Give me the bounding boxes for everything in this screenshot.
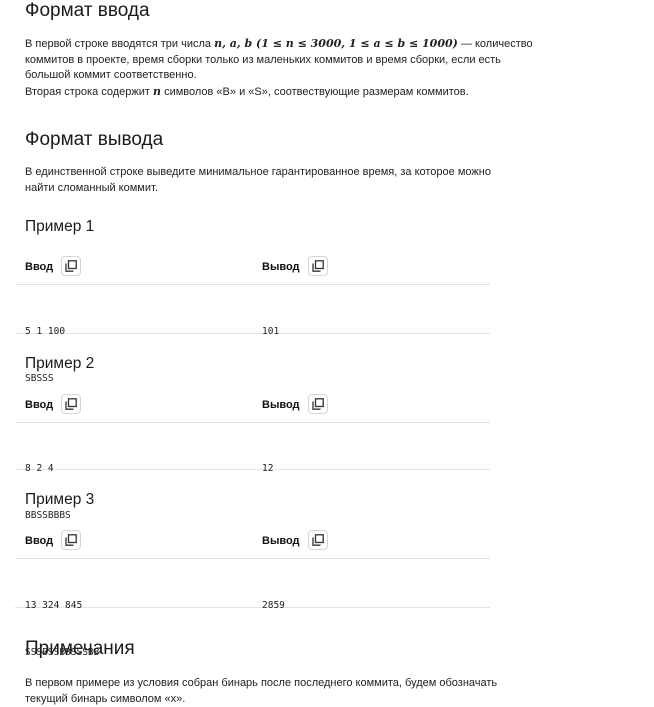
example-3-body: 13 324 845 SSSBSSBBSSSBB 2859 [15, 559, 490, 658]
example-2-header: Ввод Вывод [15, 394, 490, 422]
example-3-output-label: Вывод [262, 535, 300, 547]
example-1-output-line-1: 101 [262, 326, 280, 337]
example-1-input-line-2: SBSSS [25, 372, 54, 384]
example-2-copy-input-button[interactable] [61, 394, 81, 414]
example-2-input-label: Ввод [25, 399, 54, 411]
input-format-vars: n, a, b [214, 37, 253, 50]
example-1-input-label: Ввод [25, 261, 54, 273]
output-format-title: Формат вывода [25, 129, 164, 150]
example-2-output-label: Вывод [262, 399, 300, 411]
example-1-table: Ввод Вывод 5 1 100 SBSSS 101 [15, 256, 490, 384]
output-format-description: В единственной строке выведите минимальн… [25, 165, 505, 196]
copy-icon [65, 534, 77, 546]
input-format-line-4-suffix: символов «B» и «S», соотвествующие разме… [161, 85, 469, 98]
input-format-line-1: В первой строке вводятся три числа n, a,… [25, 36, 533, 53]
input-format-title: Формат ввода [25, 0, 150, 21]
copy-icon [312, 534, 324, 546]
output-format-line-1: В единственной строке выведите минимальн… [25, 166, 491, 178]
example-2-body: 8 2 4 BBSSBBBS 12 [15, 423, 490, 521]
example-1-copy-input-button[interactable] [61, 256, 81, 276]
example-3-table: Ввод Вывод 13 324 845 SSSBSSBBSSSBB 2859 [15, 530, 490, 658]
input-format-line-1-suffix: — количество [457, 38, 533, 50]
example-1-bottom-divider [15, 333, 490, 334]
input-format-description: В первой строке вводятся три числа n, a,… [25, 36, 533, 101]
example-2-output-line-1: 12 [262, 463, 274, 474]
copy-icon [65, 260, 77, 272]
example-2-table: Ввод Вывод 8 2 4 BBSSBBBS 12 [15, 394, 490, 521]
input-format-line-2: коммитов в проекте, время сборки только … [25, 53, 501, 66]
output-format-line-2: найти сломанный коммит. [25, 181, 158, 194]
input-format-line-1-prefix: В первой строке вводятся три числа [25, 38, 215, 50]
input-format-line-3: большой коммит соответственно. [25, 69, 197, 81]
example-3-input-code: 13 324 845 SSSBSSBBSSSBB [25, 567, 99, 691]
example-1-output-code: 101 [262, 293, 296, 371]
example-1-title: Пример 1 [25, 218, 95, 235]
copy-icon [312, 398, 324, 410]
example-3-copy-output-button[interactable] [308, 530, 328, 550]
example-2-output-code: 12 [262, 430, 296, 508]
copy-icon [312, 260, 324, 272]
example-2-copy-output-button[interactable] [308, 394, 328, 414]
input-format-line-4-prefix: Вторая строка содержит [25, 85, 154, 98]
example-3-output-line-1: 2859 [262, 600, 285, 611]
example-3-copy-input-button[interactable] [61, 530, 81, 550]
example-3-input-line-1: 13 324 845 [25, 600, 83, 611]
input-format-constraints: (1 ≤ n ≤ 3000, 1 ≤ a ≤ b ≤ 1000) [252, 37, 458, 50]
example-3-input-label: Ввод [25, 535, 54, 547]
example-1-input-line-1: 5 1 100 [25, 326, 66, 337]
example-1-body: 5 1 100 SBSSS 101 [15, 285, 490, 384]
example-3-input-line-2: SSSBSSBBSSSBB [25, 646, 100, 658]
example-1-copy-output-button[interactable] [308, 256, 328, 276]
notes-line-2: текущий бинарь символом «x». [25, 692, 186, 705]
example-2-input-line-1: 8 2 4 [25, 463, 54, 474]
example-1-header: Ввод Вывод [15, 256, 490, 284]
example-3-header: Ввод Вывод [15, 530, 490, 558]
input-format-n-var: n [153, 84, 162, 98]
example-1-output-label: Вывод [262, 261, 300, 273]
example-2-input-line-2: BBSSBBBS [25, 509, 71, 521]
input-format-line-4: Вторая строка содержит n символов «B» и … [25, 84, 505, 101]
example-3-output-code: 2859 [262, 567, 296, 645]
example-2-bottom-divider [15, 469, 490, 470]
copy-icon [65, 398, 77, 410]
